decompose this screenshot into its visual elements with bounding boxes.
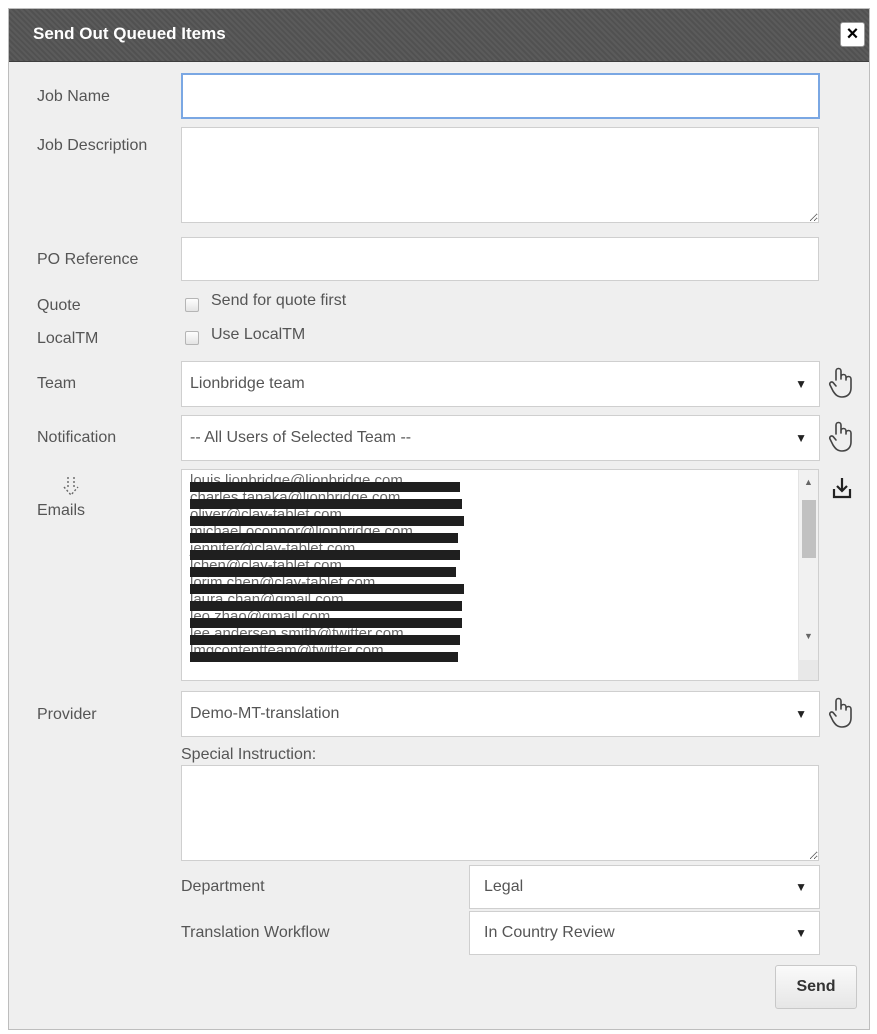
download-icon[interactable] — [831, 476, 853, 500]
chevron-down-icon: ▼ — [795, 377, 807, 391]
team-select[interactable]: Lionbridge team ▼ — [181, 361, 820, 407]
send-for-quote-label: Send for quote first — [211, 292, 347, 309]
translation-workflow-label: Translation Workflow — [181, 924, 330, 941]
redaction-bar — [190, 499, 462, 509]
job-name-input[interactable] — [181, 73, 820, 119]
department-label: Department — [181, 878, 265, 895]
use-localtm-label: Use LocalTM — [211, 326, 306, 343]
scroll-up-arrow-icon[interactable]: ▲ — [799, 474, 818, 490]
po-reference-input[interactable] — [181, 237, 819, 281]
provider-label: Provider — [37, 706, 97, 723]
send-queued-items-dialog: Send Out Queued Items × Job Name Job Des… — [8, 8, 870, 1030]
emails-label: Emails — [37, 502, 86, 519]
dialog-titlebar: Send Out Queued Items × — [9, 9, 869, 62]
notification-label: Notification — [37, 429, 117, 446]
redaction-bar — [190, 584, 464, 594]
scroll-down-arrow-icon[interactable]: ▼ — [799, 628, 818, 644]
translation-workflow-selected-value: In Country Review — [484, 924, 615, 941]
pointer-hand-icon[interactable] — [827, 420, 857, 454]
job-description-textarea[interactable] — [181, 127, 819, 223]
team-label: Team — [37, 375, 77, 392]
job-name-label: Job Name — [37, 88, 110, 105]
redaction-bar — [190, 652, 458, 662]
redaction-bar — [190, 533, 458, 543]
department-select[interactable]: Legal ▼ — [469, 865, 820, 909]
redaction-bar — [190, 482, 460, 492]
notification-selected-value: -- All Users of Selected Team -- — [190, 429, 412, 446]
send-for-quote-checkbox[interactable] — [185, 298, 199, 312]
job-description-label: Job Description — [37, 137, 148, 154]
pointer-hand-icon[interactable] — [827, 366, 857, 400]
quote-label: Quote — [37, 297, 81, 314]
redaction-bar — [190, 567, 456, 577]
chevron-down-icon: ▼ — [795, 926, 807, 940]
redaction-bar — [190, 550, 460, 560]
po-reference-label: PO Reference — [37, 251, 139, 268]
redaction-bar — [190, 618, 462, 628]
close-button[interactable]: × — [840, 22, 865, 47]
chevron-down-icon: ▼ — [795, 431, 807, 445]
provider-selected-value: Demo-MT-translation — [190, 705, 340, 722]
special-instruction-textarea[interactable] — [181, 765, 819, 861]
provider-select[interactable]: Demo-MT-translation ▼ — [181, 691, 820, 737]
chevron-down-icon: ▼ — [795, 707, 807, 721]
department-selected-value: Legal — [484, 878, 524, 895]
resize-grip-icon[interactable] — [798, 660, 818, 680]
emails-scrollbar[interactable]: ▲ ▼ — [798, 470, 818, 680]
localtm-label: LocalTM — [37, 330, 99, 347]
send-button[interactable]: Send — [775, 965, 857, 1009]
pointer-hand-icon[interactable] — [827, 696, 857, 730]
team-selected-value: Lionbridge team — [190, 375, 305, 392]
expand-arrow-icon[interactable] — [61, 475, 81, 499]
dialog-title: Send Out Queued Items — [33, 24, 226, 43]
chevron-down-icon: ▼ — [795, 880, 807, 894]
scroll-thumb[interactable] — [802, 500, 816, 558]
translation-workflow-select[interactable]: In Country Review ▼ — [469, 911, 820, 955]
redaction-bar — [190, 516, 464, 526]
special-instruction-label: Special Instruction: — [181, 746, 317, 763]
emails-textarea[interactable]: louis.lionbridge@lionbridge.com charles.… — [181, 469, 819, 681]
redaction-bar — [190, 635, 460, 645]
use-localtm-checkbox[interactable] — [185, 331, 199, 345]
notification-select[interactable]: -- All Users of Selected Team -- ▼ — [181, 415, 820, 461]
redaction-bar — [190, 601, 462, 611]
